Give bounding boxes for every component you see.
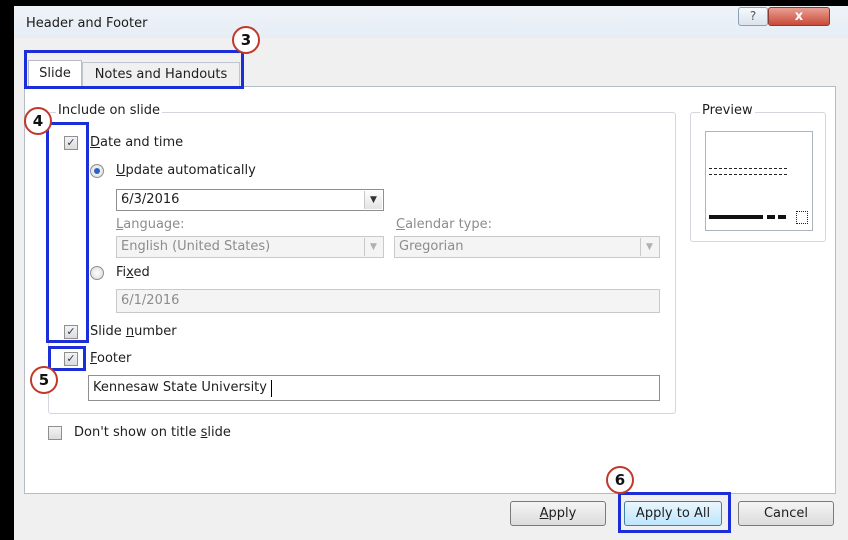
- language-label: Language:: [116, 217, 185, 232]
- date-format-value: 6/3/2016: [121, 192, 180, 207]
- callout-badge: 5: [30, 366, 58, 394]
- preview-slide-number-placeholder: [796, 211, 808, 224]
- footer-text-value: Kennesaw State University: [93, 380, 267, 395]
- fixed-date-input[interactable]: 6/1/2016: [116, 289, 660, 313]
- highlight-box-checkboxes: [46, 122, 89, 343]
- slide-number-label[interactable]: Slide number: [90, 324, 177, 339]
- fixed-date-value: 6/1/2016: [121, 293, 180, 308]
- callout-badge: 4: [24, 107, 52, 135]
- language-select[interactable]: English (United States) ▼: [116, 236, 384, 258]
- calendar-type-select[interactable]: Gregorian ▼: [394, 236, 660, 258]
- highlight-box-tabs: [24, 50, 244, 89]
- date-time-label[interactable]: Date and time: [90, 135, 183, 150]
- close-button[interactable]: x: [768, 7, 830, 26]
- chevron-down-icon[interactable]: ▼: [640, 238, 658, 256]
- include-on-slide-group: [48, 112, 676, 414]
- preview-label: Preview: [700, 103, 755, 118]
- language-value: English (United States): [121, 239, 271, 254]
- update-automatically-label[interactable]: Update automatically: [116, 163, 256, 178]
- cancel-button[interactable]: Cancel: [738, 501, 834, 526]
- preview-date-placeholder: [767, 215, 775, 219]
- preview-footer-placeholder: [709, 215, 763, 219]
- text-cursor: [271, 380, 272, 397]
- fixed-label[interactable]: Fixed: [116, 265, 150, 280]
- chevron-down-icon[interactable]: ▼: [364, 238, 382, 256]
- apply-button[interactable]: Apply: [510, 501, 606, 526]
- update-automatically-radio[interactable]: [90, 164, 104, 178]
- calendar-type-value: Gregorian: [399, 239, 464, 254]
- help-button[interactable]: ?: [738, 7, 768, 26]
- chevron-down-icon[interactable]: ▼: [364, 191, 382, 209]
- calendar-type-label: Calendar type:: [396, 217, 493, 232]
- highlight-box-apply-to-all: [618, 492, 731, 533]
- fixed-radio[interactable]: [90, 266, 104, 280]
- preview-title-placeholder: [709, 168, 787, 175]
- date-format-select[interactable]: 6/3/2016 ▼: [116, 189, 384, 211]
- preview-date-placeholder: [778, 215, 786, 219]
- footer-label[interactable]: Footer: [90, 351, 131, 366]
- screenshot-frame-left: [0, 0, 14, 540]
- footer-text-input[interactable]: Kennesaw State University: [88, 375, 660, 401]
- callout-badge: 6: [606, 466, 634, 494]
- dialog-title: Header and Footer: [26, 16, 148, 31]
- highlight-box-footer-checkbox: [48, 346, 86, 371]
- radio-selected-dot: [94, 168, 100, 174]
- include-on-slide-legend: Include on slide: [56, 103, 163, 118]
- callout-badge: 3: [232, 26, 260, 54]
- dont-show-title-label[interactable]: Don't show on title slide: [74, 425, 231, 440]
- dont-show-title-checkbox[interactable]: [48, 426, 62, 440]
